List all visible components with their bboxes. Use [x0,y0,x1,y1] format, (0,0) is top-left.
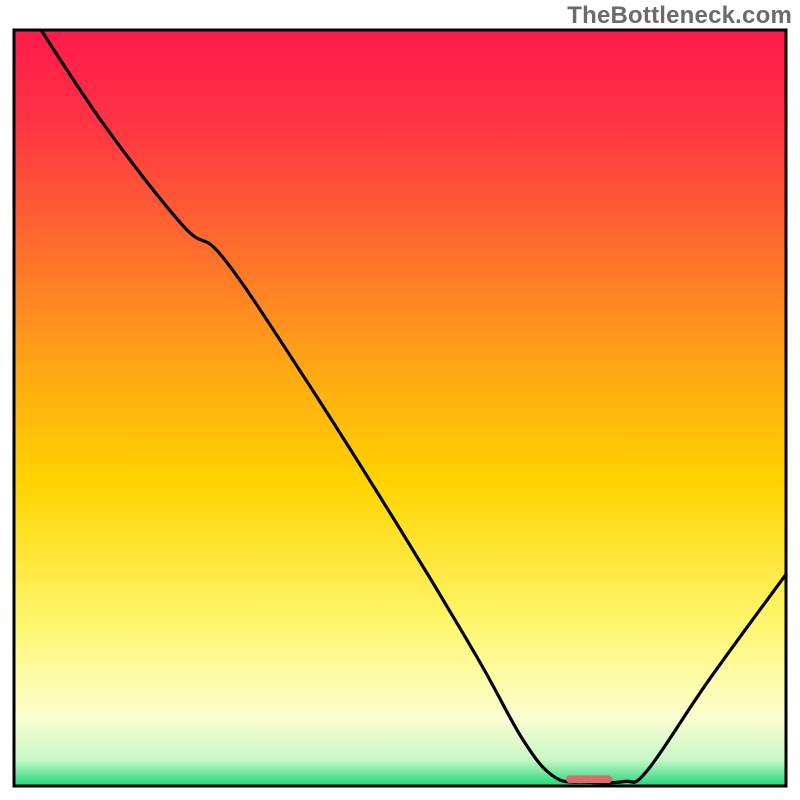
optimal-marker [566,775,612,783]
chart-container: TheBottleneck.com [0,0,800,800]
watermark-text: TheBottleneck.com [567,2,792,30]
plot-area [14,30,786,786]
bottleneck-chart [0,0,800,800]
plot-background [14,30,786,786]
